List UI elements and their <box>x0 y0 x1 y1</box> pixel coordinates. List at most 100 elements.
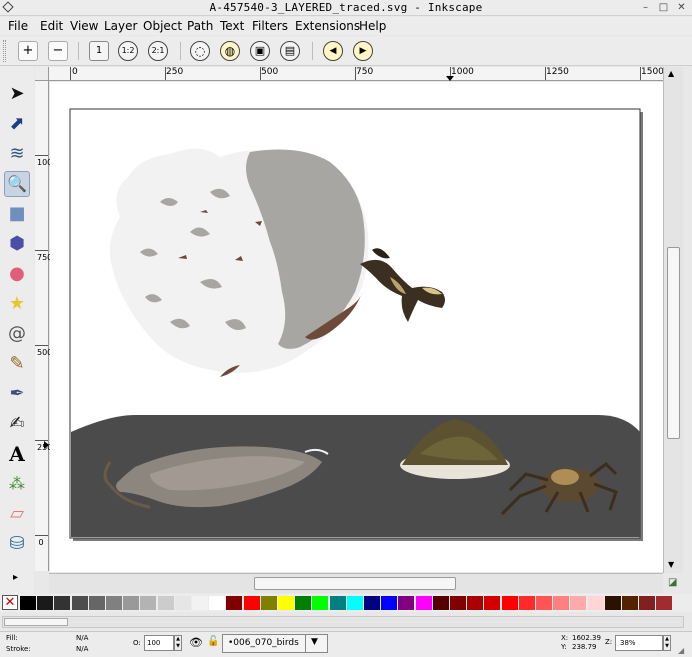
toolbar-handle[interactable] <box>3 40 6 62</box>
vertical-scroll-thumb[interactable] <box>667 247 680 439</box>
color-swatch[interactable] <box>450 596 466 610</box>
color-swatch[interactable] <box>123 596 140 610</box>
zoom-page-icon[interactable]: ▣ <box>250 41 270 61</box>
horizontal-ruler[interactable]: 0 250 500 750 1000 1250 1500 <box>49 67 664 81</box>
color-swatch[interactable] <box>20 596 36 610</box>
zoom-selection-icon[interactable]: ◌ <box>190 41 210 61</box>
color-swatch[interactable] <box>622 596 638 610</box>
color-swatch[interactable] <box>260 596 277 610</box>
opacity-spinner[interactable]: ▲ ▼ <box>174 635 182 651</box>
selector-tool-icon[interactable]: ➤ <box>4 81 30 107</box>
color-management-icon[interactable]: ◪ <box>668 577 677 588</box>
resize-grip-icon[interactable]: ◢ <box>678 646 684 655</box>
color-swatch[interactable] <box>587 596 604 610</box>
zoom-tool-icon[interactable]: 🔍 <box>4 171 30 197</box>
layer-lock-icon[interactable]: 🔓 <box>207 636 219 647</box>
eraser-tool-icon[interactable]: ▱ <box>4 501 30 527</box>
minimize-icon[interactable]: – <box>640 2 651 13</box>
zoom-out-icon[interactable]: − <box>48 41 68 61</box>
chevron-down-icon[interactable]: ▼ <box>311 637 318 647</box>
menu-view[interactable]: View <box>70 19 98 33</box>
color-swatch[interactable] <box>312 596 329 610</box>
node-tool-icon[interactable]: ⬈ <box>4 111 30 137</box>
palette-scrollbar[interactable] <box>2 616 684 628</box>
color-swatch[interactable] <box>501 596 518 610</box>
color-swatch[interactable] <box>415 596 432 610</box>
palette-scroll-thumb[interactable] <box>4 618 68 626</box>
tweak-tool-icon[interactable]: ≋ <box>4 141 30 167</box>
menu-object[interactable]: Object <box>143 19 182 33</box>
color-swatch[interactable] <box>639 596 656 610</box>
color-swatch[interactable] <box>140 596 157 610</box>
maximize-icon[interactable]: □ <box>658 2 669 13</box>
drawing-canvas[interactable] <box>50 82 663 572</box>
zoom-in-icon[interactable]: + <box>18 41 38 61</box>
menu-help[interactable]: Help <box>359 19 386 33</box>
color-swatch[interactable] <box>192 596 208 610</box>
color-swatch[interactable] <box>37 596 54 610</box>
color-swatch[interactable] <box>346 596 363 610</box>
menu-file[interactable]: File <box>8 19 28 33</box>
spray-tool-icon[interactable]: ⁂ <box>4 471 30 497</box>
color-swatch[interactable] <box>278 596 294 610</box>
color-swatch[interactable] <box>432 596 449 610</box>
3d-box-tool-icon[interactable]: ⬢ <box>4 231 30 257</box>
zoom-1-1-icon[interactable]: 1 <box>89 41 109 61</box>
zoom-2-1-icon[interactable]: 2:1 <box>148 41 168 61</box>
more-tools-icon[interactable]: ▸ <box>13 572 18 583</box>
color-swatch[interactable] <box>553 596 570 610</box>
star-tool-icon[interactable]: ★ <box>4 291 30 317</box>
text-tool-icon[interactable]: A <box>4 441 30 467</box>
zoom-previous-icon[interactable]: ◀ <box>323 41 343 61</box>
menu-layer[interactable]: Layer <box>104 19 137 33</box>
stroke-value[interactable]: N/A <box>76 645 88 653</box>
no-paint-swatch[interactable]: ✕ <box>2 595 18 610</box>
horizontal-scrollbar[interactable] <box>49 573 663 593</box>
color-swatch[interactable] <box>88 596 105 610</box>
color-swatch[interactable] <box>329 596 346 610</box>
color-swatch[interactable] <box>174 596 191 610</box>
zoom-spinner[interactable]: ▲ ▼ <box>663 635 671 651</box>
color-swatch[interactable] <box>364 596 380 610</box>
layer-selector[interactable]: •006_070_birds ▼ <box>222 634 328 653</box>
scroll-up-icon[interactable]: ▲ <box>668 69 674 78</box>
menu-path[interactable]: Path <box>187 19 213 33</box>
layer-visibility-icon[interactable]: 👁 <box>189 636 203 649</box>
scroll-down-icon[interactable]: ▼ <box>668 560 674 569</box>
zoom-page-width-icon[interactable]: ▤ <box>280 41 300 61</box>
zoom-input[interactable]: 38% <box>615 635 663 651</box>
color-swatch[interactable] <box>226 596 243 610</box>
fill-value[interactable]: N/A <box>76 634 88 642</box>
menu-edit[interactable]: Edit <box>40 19 63 33</box>
color-swatch[interactable] <box>243 596 260 610</box>
color-swatch[interactable] <box>484 596 501 610</box>
menu-text[interactable]: Text <box>220 19 244 33</box>
menu-extensions[interactable]: Extensions <box>295 19 360 33</box>
color-swatch[interactable] <box>536 596 552 610</box>
color-swatch[interactable] <box>71 596 88 610</box>
color-swatch[interactable] <box>381 596 398 610</box>
menu-filters[interactable]: Filters <box>252 19 288 33</box>
calligraphy-tool-icon[interactable]: ✍ <box>4 411 30 437</box>
pen-tool-icon[interactable]: ✒ <box>4 381 30 407</box>
spiral-tool-icon[interactable]: @ <box>4 321 30 347</box>
color-swatch[interactable] <box>54 596 71 610</box>
color-swatch[interactable] <box>398 596 415 610</box>
color-swatch[interactable] <box>570 596 587 610</box>
color-swatch[interactable] <box>467 596 484 610</box>
color-swatch[interactable] <box>518 596 535 610</box>
color-swatch[interactable] <box>209 596 226 610</box>
horizontal-scroll-thumb[interactable] <box>254 577 456 590</box>
paint-bucket-tool-icon[interactable]: ⛁ <box>4 531 30 557</box>
zoom-drawing-icon[interactable]: ◍ <box>220 41 240 61</box>
color-swatch[interactable] <box>656 596 673 610</box>
opacity-input[interactable]: 100 <box>144 635 174 651</box>
ellipse-tool-icon[interactable]: ● <box>4 261 30 287</box>
color-swatch[interactable] <box>157 596 174 610</box>
zoom-1-2-icon[interactable]: 1:2 <box>118 41 138 61</box>
close-icon[interactable]: ✕ <box>676 2 687 13</box>
vertical-ruler[interactable]: 1000 750 500 250 0 <box>35 81 57 571</box>
zoom-next-icon[interactable]: ▶ <box>353 41 373 61</box>
color-swatch[interactable] <box>604 596 621 610</box>
pencil-tool-icon[interactable]: ✎ <box>4 351 30 377</box>
